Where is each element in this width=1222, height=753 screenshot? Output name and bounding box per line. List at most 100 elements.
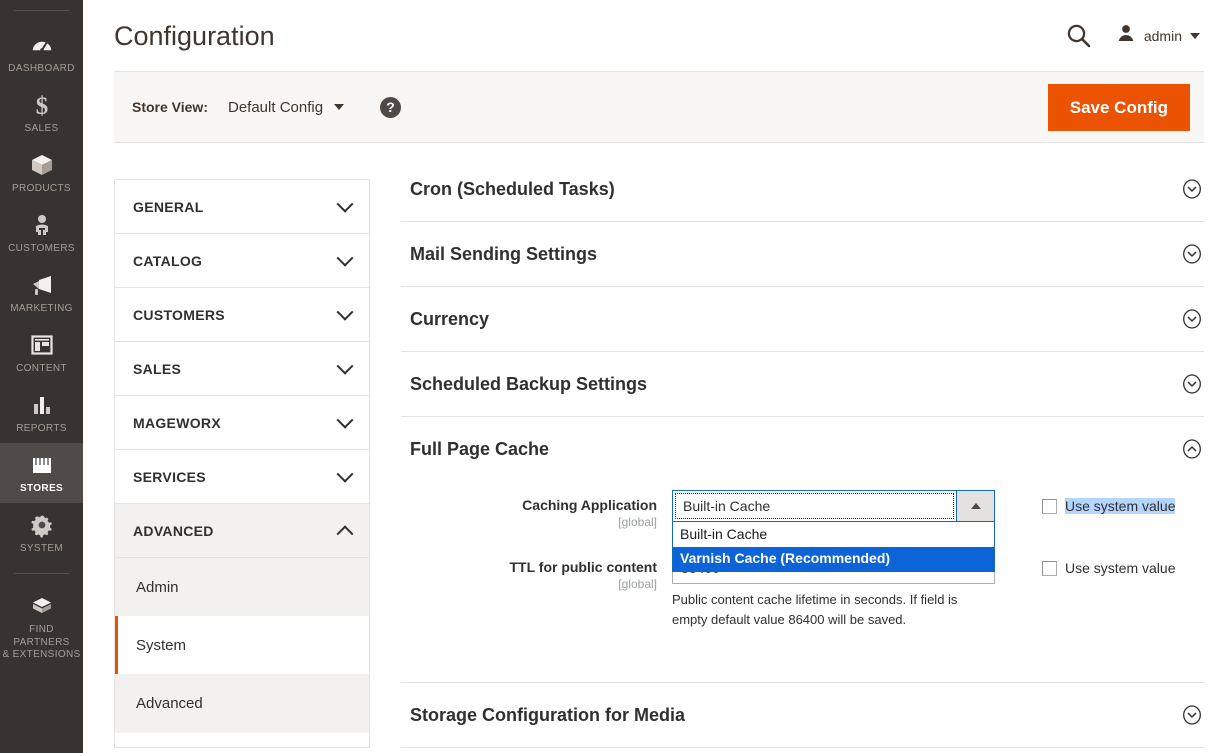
option-varnish-cache[interactable]: Varnish Cache (Recommended) [673, 547, 994, 571]
chevron-up-circle-icon [1182, 439, 1202, 459]
config-nav-section-label: Catalog [133, 252, 203, 269]
field-control: Built-in Cache Built-in Cache Varnish Ca… [672, 490, 995, 572]
plugin-block-icon [2, 593, 81, 619]
chevron-down-icon [336, 465, 354, 483]
sidebar-item-label: Customers [8, 243, 75, 254]
dashboard-gauge-icon [2, 32, 81, 58]
field-scope: [global] [618, 515, 657, 529]
sidebar-item-sales[interactable]: $ Sales [0, 83, 83, 143]
field-caching-application: Caching Application [global] Built-in Ca… [410, 490, 1204, 572]
gear-icon [2, 512, 81, 538]
config-nav-section-sales[interactable]: Sales [115, 342, 369, 396]
sidebar-item-label: System [19, 543, 64, 554]
field-label: TTL for public content [509, 559, 657, 575]
chevron-down-circle-icon [1182, 705, 1202, 725]
settings-group-scheduled-backup: Scheduled Backup Settings [401, 352, 1204, 417]
box-icon [2, 152, 81, 178]
settings-group-header[interactable]: Cron (Scheduled Tasks) [401, 157, 1204, 221]
config-nav-section-customers[interactable]: Customers [115, 288, 369, 342]
triangle-up-icon [970, 503, 981, 509]
layout-panels-icon [2, 332, 81, 358]
settings-panel: Cron (Scheduled Tasks) Mail Sending Sett… [401, 157, 1204, 748]
sidebar-item-system[interactable]: System [0, 503, 83, 563]
use-system-value-label[interactable]: Use system value [1065, 498, 1176, 514]
page-header: Configuration admin [83, 0, 1222, 71]
config-nav-section-label: Advanced [133, 522, 214, 539]
settings-group-header[interactable]: Full Page Cache [401, 417, 1204, 481]
sidebar-item-dashboard[interactable]: Dashboard [0, 23, 83, 83]
sidebar-item-label: Marketing [10, 303, 73, 314]
sidebar-item-marketing[interactable]: Marketing [0, 263, 83, 323]
caching-application-select[interactable]: Built-in Cache [672, 490, 995, 522]
sidebar-item-products[interactable]: Products [0, 143, 83, 203]
sidebar-item-reports[interactable]: Reports [0, 383, 83, 443]
chevron-down-icon [336, 195, 354, 213]
svg-text:$: $ [35, 93, 48, 118]
settings-group-title: Scheduled Backup Settings [410, 374, 648, 394]
dollar-sign-icon: $ [2, 92, 81, 118]
sidebar-item-customers[interactable]: Customers [0, 203, 83, 263]
config-nav-section-catalog[interactable]: Catalog [115, 234, 369, 288]
settings-group-title: Full Page Cache [410, 439, 550, 459]
caching-application-dropdown-toggle[interactable] [956, 491, 994, 521]
use-system-value-checkbox[interactable] [1042, 498, 1057, 514]
settings-group-header[interactable]: Currency [401, 287, 1204, 351]
settings-group-header[interactable]: Storage Configuration for Media [401, 683, 1204, 747]
sidebar-item-content[interactable]: Content [0, 323, 83, 383]
sidebar-item-find-partners[interactable]: Find Partners & Extensions [0, 584, 83, 670]
user-menu[interactable]: admin [1116, 23, 1200, 48]
page-title: Configuration [114, 20, 275, 51]
settings-group-header[interactable]: Mail Sending Settings [401, 222, 1204, 286]
use-system-value-checkbox[interactable] [1042, 560, 1057, 576]
sidebar-item-label: Products [12, 183, 71, 194]
settings-group-title: Cron (Scheduled Tasks) [410, 179, 615, 199]
store-view-switcher[interactable]: Default Config [228, 98, 345, 116]
config-nav-section-mageworx[interactable]: Mageworx [115, 396, 369, 450]
sidebar-item-label: Sales [24, 123, 59, 134]
chevron-down-circle-icon [1182, 244, 1202, 264]
settings-group-full-page-cache: Full Page Cache Caching Application [glo… [401, 417, 1204, 683]
caching-application-selected-value[interactable]: Built-in Cache [675, 493, 954, 519]
config-nav-section-services[interactable]: Services [115, 450, 369, 504]
chevron-up-icon [336, 524, 354, 542]
field-label-block: Caching Application [global] [410, 490, 672, 530]
chevron-down-circle-icon [1182, 179, 1202, 199]
config-nav-advanced-children: Admin System Advanced [115, 558, 369, 733]
option-built-in-cache[interactable]: Built-in Cache [673, 523, 994, 547]
use-system-value-label[interactable]: Use system value [1065, 560, 1175, 576]
full-page-cache-fields: Caching Application [global] Built-in Ca… [401, 481, 1204, 682]
save-config-button[interactable]: Save Config [1047, 83, 1190, 131]
sidebar-item-label: Reports [16, 423, 67, 434]
config-nav-section-label: Services [133, 468, 206, 485]
config-nav-item-system[interactable]: System [115, 616, 369, 674]
field-label-block: TTL for public content [global] [410, 552, 672, 592]
chevron-down-icon [336, 357, 354, 375]
config-nav-section-general[interactable]: General [115, 180, 369, 234]
question-mark-icon[interactable]: ? [380, 96, 402, 118]
config-nav-section-advanced[interactable]: Advanced [115, 504, 369, 558]
store-view-value: Default Config [228, 98, 324, 116]
settings-group-currency: Currency [401, 287, 1204, 352]
sidebar-item-label: Dashboard [8, 63, 75, 74]
field-help-note: Public content cache lifetime in seconds… [672, 592, 958, 627]
config-nav-section-label: Mageworx [133, 414, 221, 431]
config-section-nav: General Catalog Customers Sales Mageworx [114, 179, 370, 748]
store-view-bar: Store View: Default Config ? Save Config [114, 71, 1204, 143]
chevron-down-icon [336, 303, 354, 321]
use-system-value-caching-application: Use system value [1042, 490, 1176, 514]
storefront-icon [2, 452, 81, 478]
user-avatar-icon [1116, 23, 1136, 48]
sidebar-divider-top [14, 10, 69, 11]
config-nav-item-admin[interactable]: Admin [115, 558, 369, 616]
sidebar-item-stores[interactable]: Stores [0, 443, 83, 503]
settings-group-header[interactable]: Scheduled Backup Settings [401, 352, 1204, 416]
sidebar-item-label: Content [16, 363, 67, 374]
settings-group-title: Currency [410, 309, 490, 329]
settings-group-cron: Cron (Scheduled Tasks) [401, 157, 1204, 222]
sidebar-divider-bottom [14, 573, 69, 574]
search-icon[interactable] [1065, 22, 1092, 49]
username-label: admin [1143, 27, 1182, 44]
header-actions: admin [1065, 22, 1200, 49]
config-nav-item-advanced[interactable]: Advanced [115, 674, 369, 732]
settings-group-mail-sending: Mail Sending Settings [401, 222, 1204, 287]
